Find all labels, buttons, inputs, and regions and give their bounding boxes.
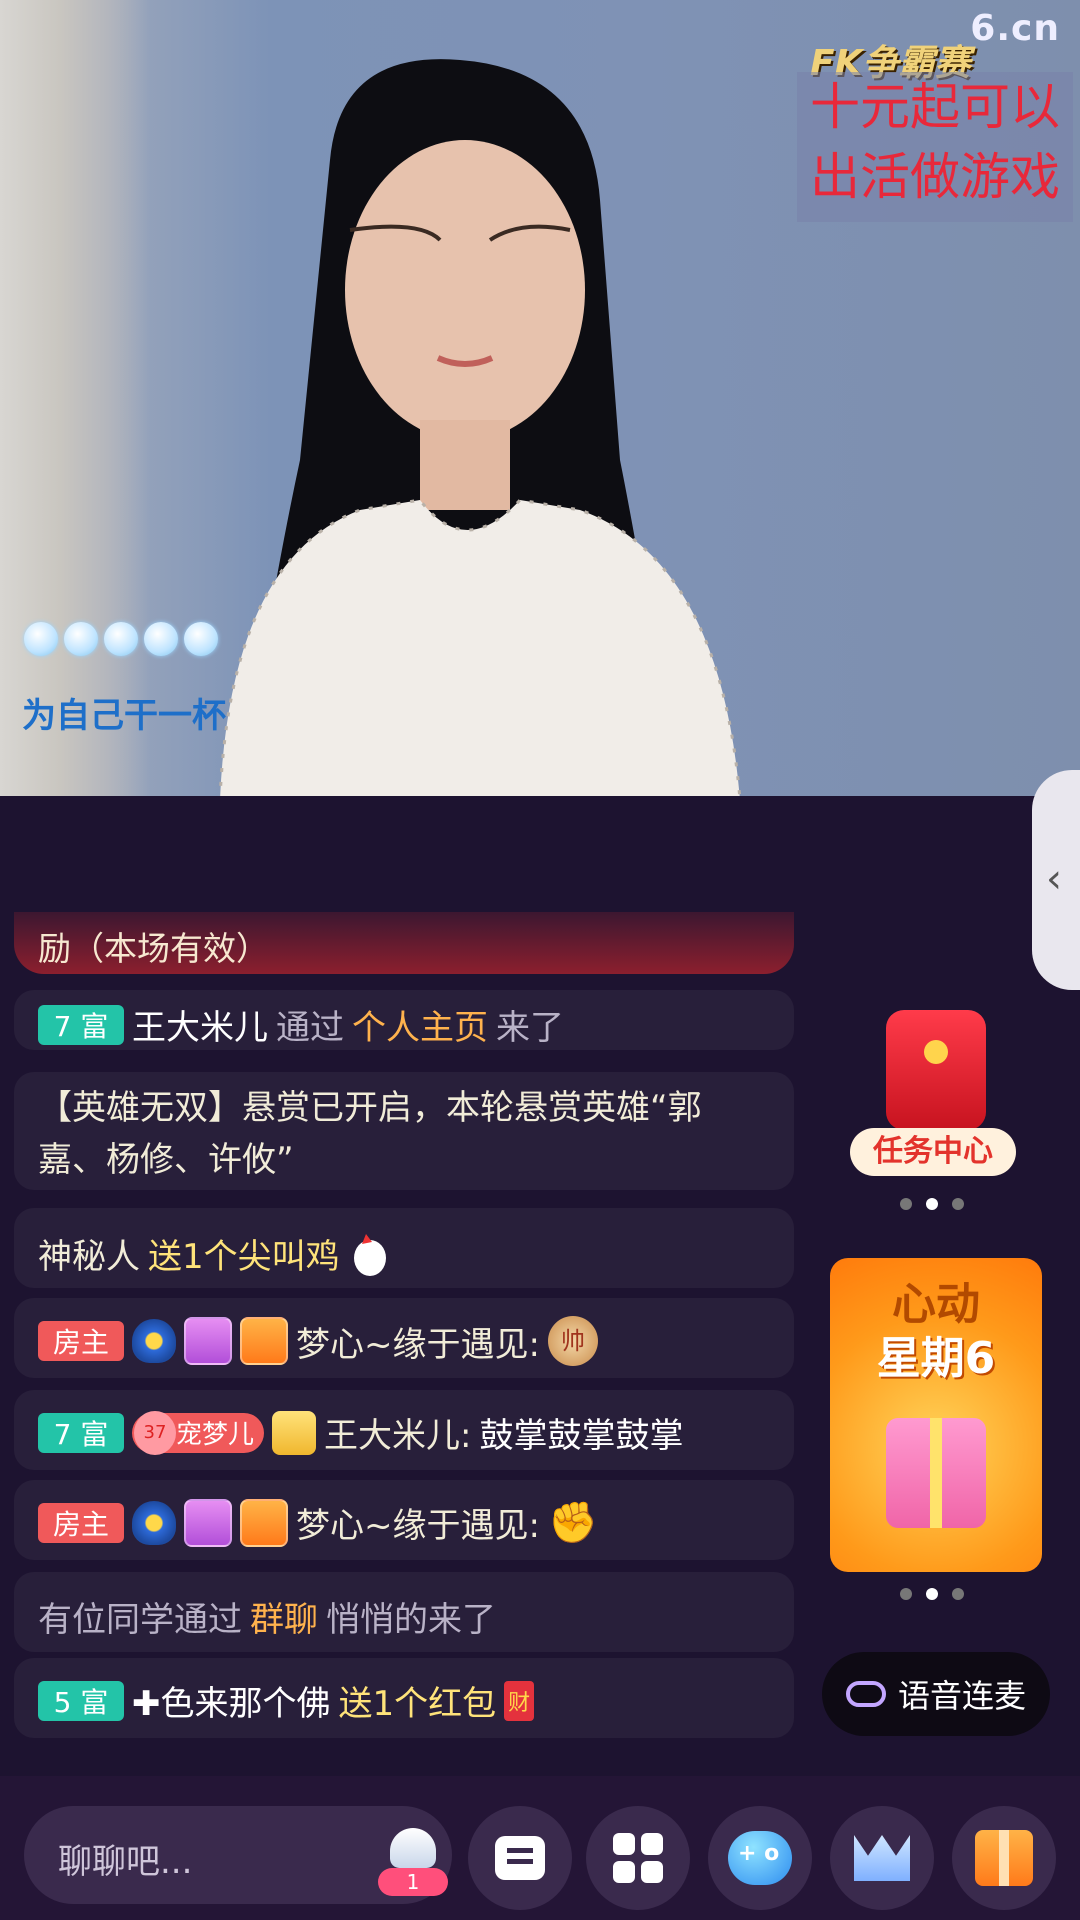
- fist-emoji-icon: ✊: [547, 1500, 598, 1546]
- vip-button[interactable]: [830, 1806, 934, 1910]
- orange-badge-icon: [240, 1317, 288, 1365]
- chat-message[interactable]: 7 富 37 宠梦儿 王大米儿: 鼓掌鼓掌鼓掌: [14, 1390, 794, 1470]
- screaming-chicken-icon: [353, 1234, 386, 1276]
- bottom-bar: 聊聊吧... 1: [0, 1776, 1080, 1920]
- bubble-decoration: [24, 622, 218, 656]
- gift-button[interactable]: [952, 1806, 1056, 1910]
- apps-button[interactable]: [586, 1806, 690, 1910]
- message-text: 通过: [276, 1008, 344, 1048]
- shield-icon: [132, 1319, 176, 1363]
- promo-line-1: 十元起可以: [810, 78, 1060, 136]
- username[interactable]: 梦心~缘于遇见:: [296, 1317, 540, 1366]
- username[interactable]: 王大米儿:: [324, 1408, 471, 1457]
- username[interactable]: 王大米儿: [132, 1000, 268, 1049]
- chat-bubble-icon: [495, 1836, 545, 1880]
- side-drawer-tab[interactable]: ‹: [1032, 770, 1080, 990]
- online-users-button[interactable]: 1: [378, 1826, 448, 1896]
- streamer-figure: [218, 59, 742, 796]
- crown-icon: [854, 1835, 910, 1881]
- event-banner[interactable]: 心动 星期6: [830, 1258, 1042, 1572]
- message-text: 悄悄的来了: [326, 1600, 496, 1640]
- chat-message[interactable]: 神秘人 送1个尖叫鸡: [14, 1208, 794, 1288]
- promo-line-2: 出活做游戏: [810, 148, 1060, 206]
- site-watermark: 6.cn: [970, 8, 1060, 49]
- task-center-button[interactable]: 任务中心: [846, 1010, 1026, 1180]
- chat-message[interactable]: 房主 梦心~缘于遇见: 帅: [14, 1298, 794, 1378]
- event-title-line-2: 星期6: [876, 1333, 996, 1384]
- chat-input[interactable]: 聊聊吧... 1: [24, 1806, 452, 1904]
- message-text: 【英雄无双】悬赏已开启，本轮悬赏英雄“郭: [38, 1088, 702, 1128]
- username[interactable]: 神秘人: [38, 1229, 140, 1278]
- rich-level-badge: 5 富: [38, 1680, 124, 1721]
- red-packet-icon: 财: [504, 1680, 535, 1721]
- chevron-left-icon: ‹: [1046, 856, 1062, 902]
- grid-icon: [613, 1833, 663, 1883]
- message-text: 鼓掌鼓掌鼓掌: [479, 1416, 684, 1456]
- chat-message[interactable]: 有位同学通过 群聊 悄悄的来了: [14, 1572, 794, 1652]
- gift-action: 送1个尖叫鸡: [148, 1236, 340, 1277]
- rich-level-badge: 7 富: [38, 1412, 124, 1453]
- purple-badge-icon: [184, 1498, 232, 1547]
- username[interactable]: ✚色来那个佛: [132, 1676, 331, 1725]
- voice-link-label: 语音连麦: [897, 1677, 1026, 1715]
- chat-message[interactable]: 【英雄无双】悬赏已开启，本轮悬赏英雄“郭 嘉、杨修、许攸”: [14, 1072, 794, 1190]
- cheer-overlay-text: 为自己干一杯: [22, 696, 226, 736]
- gift-action: 送1个红包: [338, 1684, 497, 1724]
- message-highlight: 个人主页: [352, 1008, 488, 1048]
- gift-box-icon: [886, 1418, 986, 1528]
- orange-badge-icon: [240, 1498, 288, 1547]
- pet-name: 宠梦儿: [176, 1420, 255, 1450]
- user-avatar-icon: [390, 1828, 436, 1868]
- user-card-icon: [272, 1410, 317, 1455]
- chat-message[interactable]: 房主 梦心~缘于遇见: ✊: [14, 1480, 794, 1560]
- pet-level: 37: [134, 1410, 176, 1455]
- message-text: 有位同学通过: [38, 1600, 242, 1640]
- pet-badge: 37 宠梦儿: [132, 1410, 265, 1455]
- host-badge: 房主: [38, 1321, 124, 1361]
- rich-level-badge: 7 富: [38, 1004, 124, 1045]
- link-icon: [845, 1681, 886, 1707]
- host-badge: 房主: [38, 1502, 124, 1543]
- chat-list[interactable]: 7 富 王大米儿 通过 个人主页 来了 【英雄无双】悬赏已开启，本轮悬赏英雄“郭…: [14, 912, 794, 1776]
- event-pager: [900, 1588, 964, 1600]
- emoji-sticker: 帅: [547, 1316, 598, 1366]
- shield-icon: [132, 1500, 176, 1545]
- message-text: 嘉、杨修、许攸”: [38, 1140, 294, 1180]
- voice-link-button[interactable]: 语音连麦: [822, 1652, 1050, 1736]
- purple-badge-icon: [184, 1317, 232, 1365]
- game-controller-icon: [728, 1831, 792, 1885]
- gift-icon: [975, 1830, 1033, 1886]
- message-text: 来了: [496, 1008, 564, 1048]
- message-highlight: 群聊: [250, 1600, 318, 1640]
- task-center-label: 任务中心: [850, 1128, 1016, 1176]
- promo-sign: 十元起可以 出活做游戏: [797, 72, 1073, 222]
- live-video[interactable]: 6.cn FK争霸赛 十元起可以 出活做游戏 为自己干一杯: [0, 0, 1080, 796]
- task-pager: [900, 1198, 964, 1210]
- online-count: 1: [378, 1868, 448, 1896]
- username[interactable]: 梦心~缘于遇见:: [296, 1498, 540, 1547]
- chat-message[interactable]: 5 富 ✚色来那个佛 送1个红包 财: [14, 1658, 794, 1738]
- game-button[interactable]: [708, 1806, 812, 1910]
- chat-input-placeholder: 聊聊吧...: [58, 1842, 193, 1882]
- red-envelope-icon: [886, 1010, 986, 1130]
- chat-message[interactable]: 7 富 王大米儿 通过 个人主页 来了: [14, 990, 794, 1050]
- message-button[interactable]: [468, 1806, 572, 1910]
